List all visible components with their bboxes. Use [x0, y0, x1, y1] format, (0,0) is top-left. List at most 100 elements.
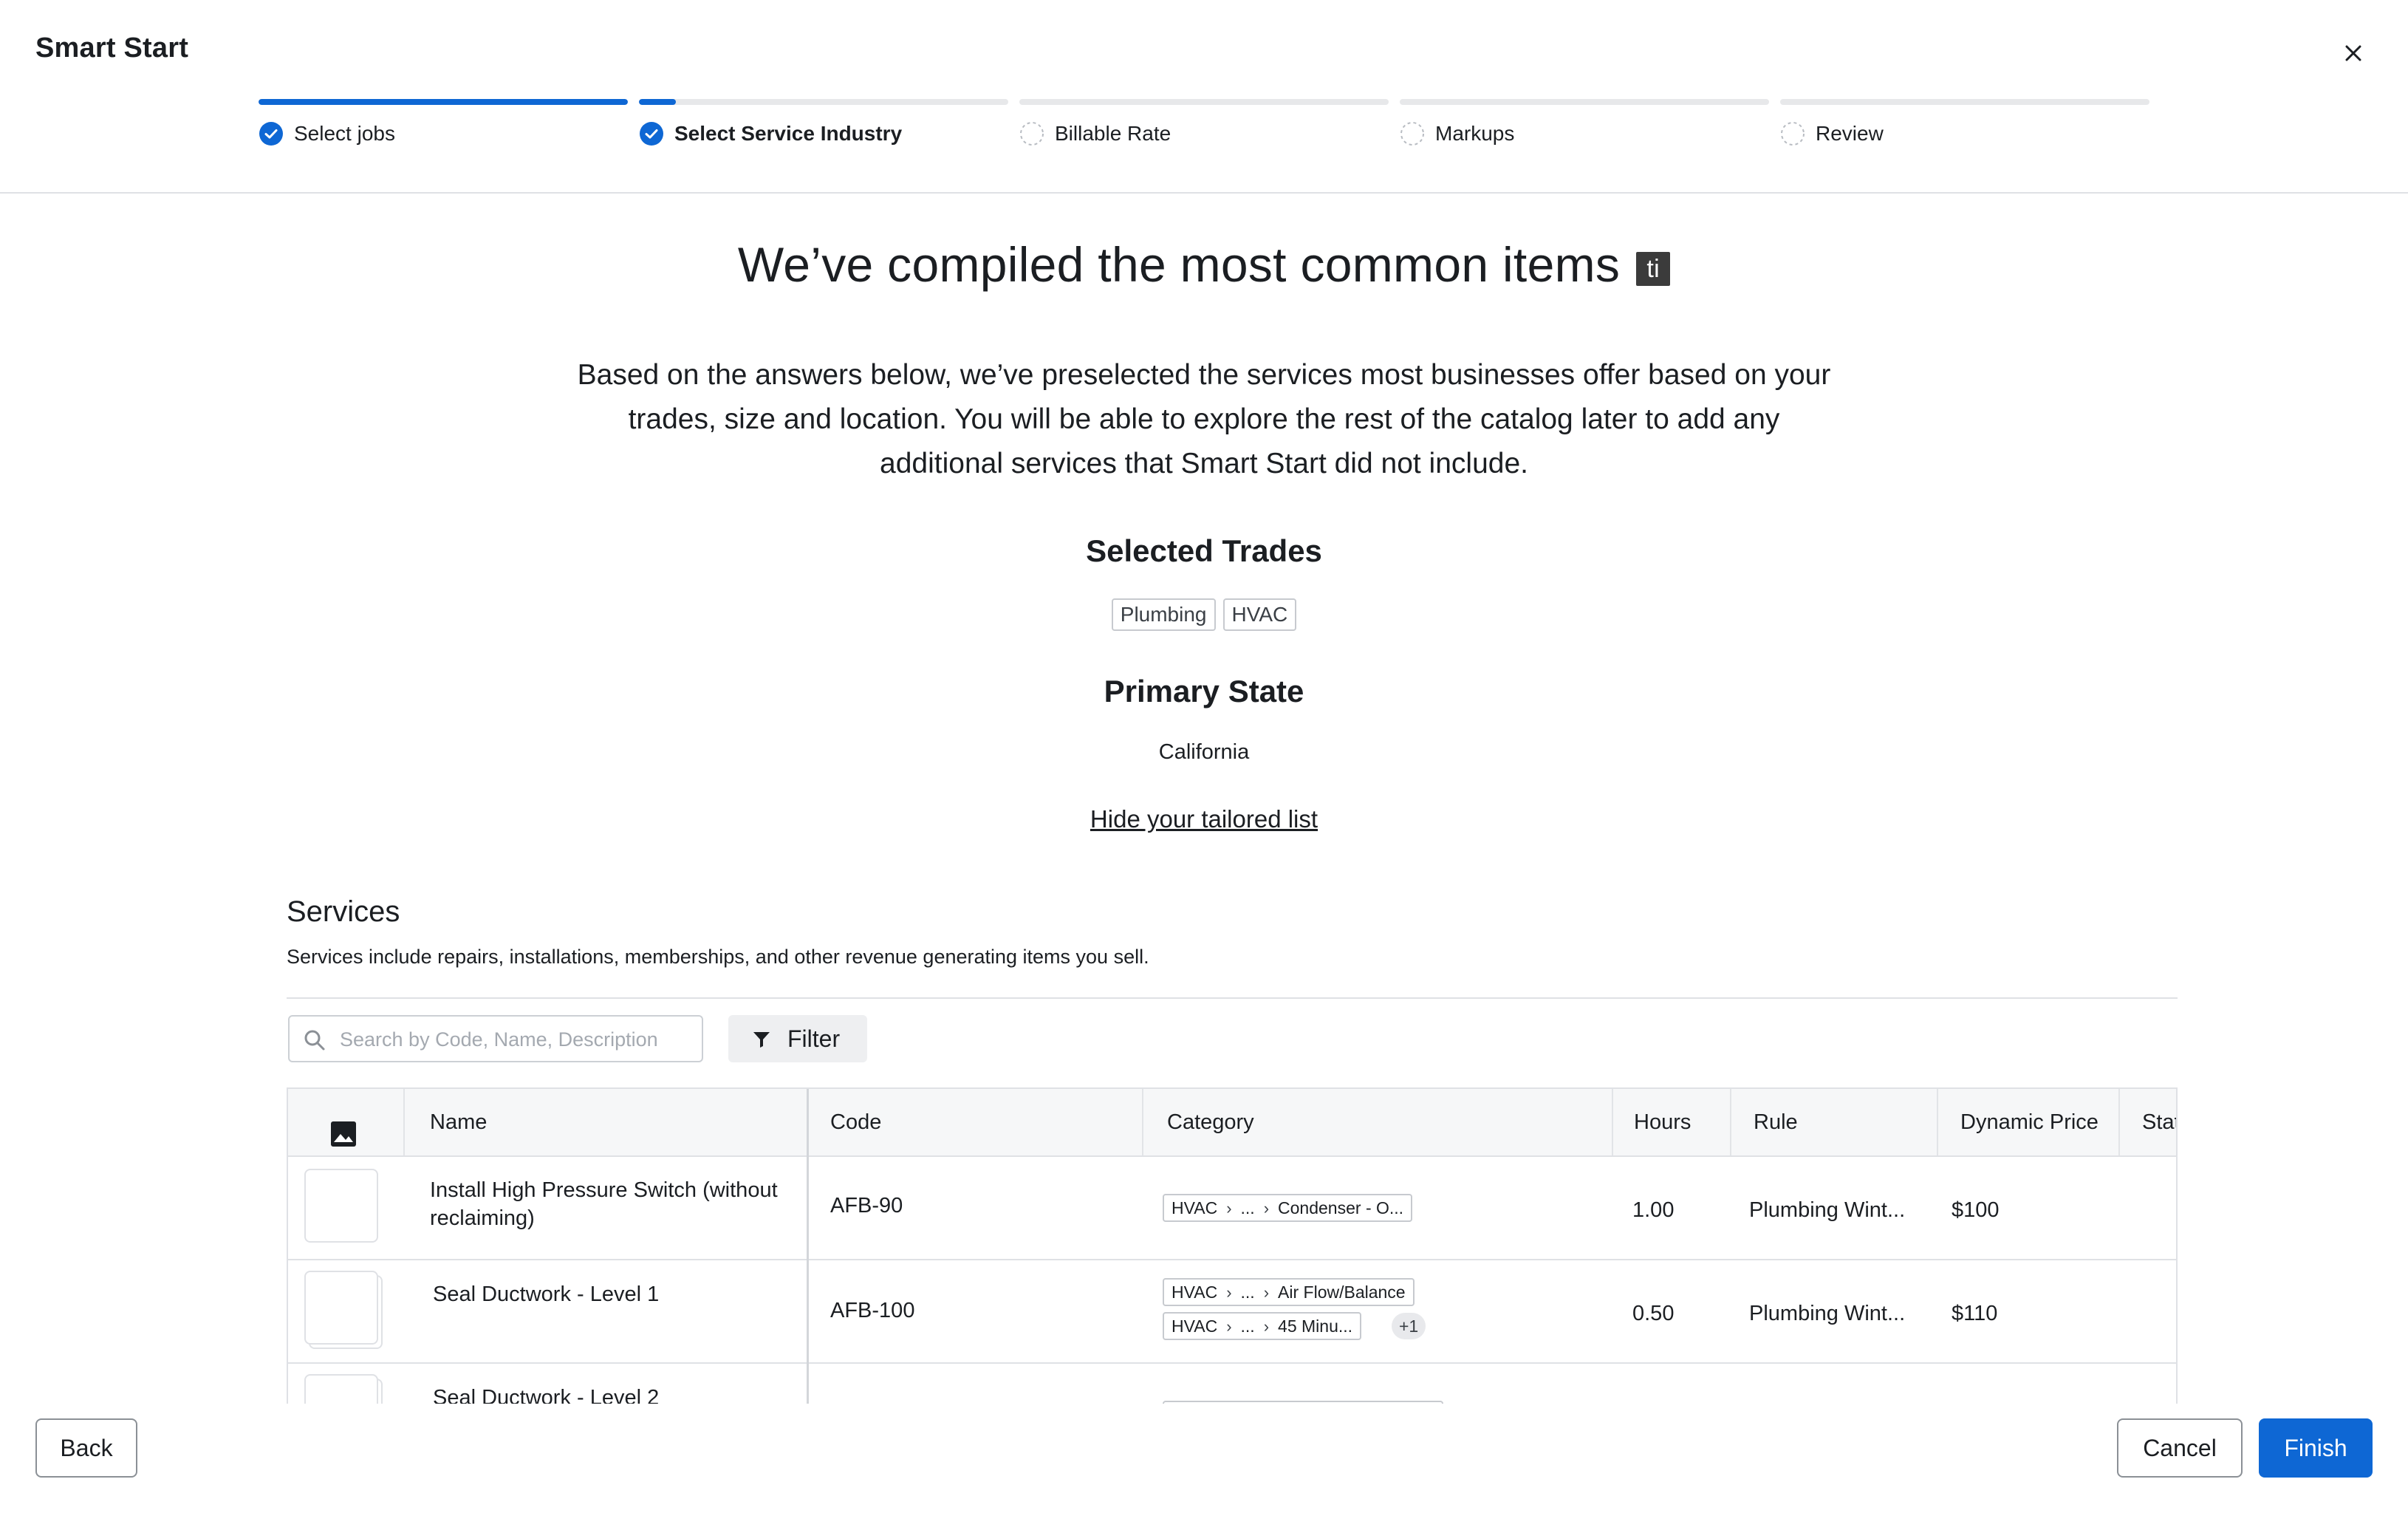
chevron-right-icon: ›	[1263, 1283, 1270, 1302]
category-chip: HVAC ›... › Air Flow/Balance	[1163, 1278, 1415, 1306]
service-code: AFB-90	[830, 1194, 903, 1217]
step-progress-bar	[259, 99, 628, 105]
step-progress-bar	[1780, 99, 2149, 105]
primary-state-title: Primary State	[1104, 674, 1304, 708]
step-progress-bar	[639, 99, 1008, 105]
step-label: Markups	[1435, 122, 1515, 145]
table-header: Name Code Category Hours Rule Dynamic Pr…	[288, 1089, 2176, 1157]
filter-label: Filter	[787, 1025, 841, 1052]
filter-button[interactable]: Filter	[728, 1015, 867, 1062]
chevron-right-icon: ›	[1226, 1317, 1232, 1336]
hide-tailored-list-link[interactable]: Hide your tailored list	[1090, 805, 1318, 833]
column-divider	[1937, 1089, 1938, 1155]
header-divider	[0, 192, 2408, 194]
search-box	[288, 1015, 703, 1062]
intro-description: Based on the answers below, we’ve presel…	[577, 359, 1831, 479]
pending-circle-icon	[1019, 121, 1044, 146]
trade-tags: Plumbing HVAC	[0, 598, 2408, 631]
chevron-right-icon: ›	[1263, 1317, 1270, 1336]
service-name: Install High Pressure Switch (without re…	[430, 1178, 778, 1230]
chevron-right-icon: ›	[1226, 1199, 1232, 1217]
table-row[interactable]: Seal Ductwork - Level 1 AFB-100 HVAC ›...…	[288, 1260, 2176, 1364]
image-icon	[329, 1108, 358, 1147]
category-root: HVAC	[1171, 1198, 1218, 1217]
service-rule: Plumbing Wint...	[1749, 1302, 1906, 1325]
frozen-column-divider	[807, 1089, 809, 1404]
step-select-jobs[interactable]: Select jobs	[259, 99, 628, 158]
filter-icon	[752, 1030, 771, 1049]
search-input[interactable]	[338, 1020, 696, 1059]
column-divider	[1612, 1089, 1613, 1155]
cancel-button[interactable]: Cancel	[2117, 1418, 2243, 1478]
primary-state-value: California	[1158, 740, 1250, 764]
step-markups[interactable]: Markups	[1400, 99, 1769, 158]
column-header-code[interactable]: Code	[830, 1089, 881, 1155]
step-progress-fill	[259, 99, 628, 105]
service-thumbnail[interactable]	[304, 1169, 378, 1243]
category-chip: HVAC ›... › Condenser - O...	[1163, 1194, 1413, 1222]
category-root: HVAC	[1171, 1316, 1218, 1336]
services-description: Services include repairs, installations,…	[287, 946, 1149, 968]
ti-badge: ti	[1636, 251, 1671, 286]
close-icon[interactable]	[2339, 38, 2368, 68]
service-price: $100	[1952, 1198, 2000, 1222]
step-label: Select Service Industry	[674, 122, 903, 145]
column-header-category[interactable]: Category	[1167, 1089, 1254, 1155]
step-progress-fill	[639, 99, 676, 105]
category-leaf: Air Flow/Balance	[1278, 1283, 1406, 1302]
section-divider	[287, 997, 2178, 999]
step-progress-bar	[1019, 99, 1389, 105]
step-label: Select jobs	[294, 122, 395, 145]
table-row[interactable]: Seal Ductwork - Level 2	[288, 1364, 2176, 1404]
step-label: Billable Rate	[1055, 122, 1171, 145]
category-leaf: 45 Minu...	[1278, 1316, 1353, 1336]
column-header-dynamic-price[interactable]: Dynamic Price	[1960, 1089, 2099, 1155]
page-headline: We’ve compiled the most common items ti	[0, 236, 2408, 293]
app-title: Smart Start	[35, 33, 189, 64]
service-name: Seal Ductwork - Level 2	[433, 1386, 660, 1404]
back-button[interactable]: Back	[35, 1418, 137, 1478]
services-table: Name Code Category Hours Rule Dynamic Pr…	[287, 1087, 2178, 1404]
table-row[interactable]: Install High Pressure Switch (without re…	[288, 1157, 2176, 1260]
check-circle-icon	[639, 121, 664, 146]
category-root: HVAC	[1171, 1283, 1218, 1302]
pending-circle-icon	[1400, 121, 1425, 146]
column-header-hours[interactable]: Hours	[1634, 1089, 1691, 1155]
service-hours: 1.00	[1632, 1198, 1675, 1222]
category-chip: HVAC ›... › 45 Minu...	[1163, 1312, 1362, 1340]
service-name: Seal Ductwork - Level 1	[433, 1283, 660, 1306]
more-categories-badge[interactable]: +1	[1392, 1313, 1426, 1339]
services-title: Services	[287, 895, 400, 928]
category-leaf: Condenser - O...	[1278, 1198, 1404, 1217]
finish-button[interactable]: Finish	[2259, 1418, 2373, 1478]
column-header-rule[interactable]: Rule	[1754, 1089, 1798, 1155]
step-review[interactable]: Review	[1780, 99, 2149, 158]
headline-text: We’ve compiled the most common items	[737, 237, 1621, 292]
column-divider	[2118, 1089, 2120, 1155]
step-label: Review	[1816, 122, 1884, 145]
category-mid: ...	[1240, 1198, 1255, 1217]
step-billable-rate[interactable]: Billable Rate	[1019, 99, 1389, 158]
service-thumbnail[interactable]	[304, 1271, 378, 1345]
column-header-name[interactable]: Name	[430, 1089, 487, 1155]
trade-tag: Plumbing	[1111, 598, 1216, 631]
chevron-right-icon: ›	[1263, 1199, 1270, 1217]
selected-trades-title: Selected Trades	[1086, 533, 1322, 568]
column-divider	[403, 1089, 405, 1155]
service-code: AFB-100	[830, 1299, 915, 1322]
category-mid: ...	[1240, 1283, 1255, 1302]
check-circle-icon	[259, 121, 284, 146]
column-divider	[1142, 1089, 1143, 1155]
column-divider	[1730, 1089, 1731, 1155]
pending-circle-icon	[1780, 121, 1805, 146]
service-rule: Plumbing Wint...	[1749, 1198, 1906, 1222]
column-header-status[interactable]: Stat	[2142, 1089, 2176, 1155]
service-thumbnail[interactable]	[304, 1374, 378, 1404]
service-price: $110	[1952, 1302, 1998, 1325]
trade-tag: HVAC	[1222, 598, 1297, 631]
step-select-service-industry[interactable]: Select Service Industry	[639, 99, 1008, 158]
category-mid: ...	[1240, 1316, 1255, 1336]
category-chip	[1163, 1401, 1443, 1404]
chevron-right-icon: ›	[1226, 1283, 1232, 1302]
service-hours: 0.50	[1632, 1302, 1675, 1325]
